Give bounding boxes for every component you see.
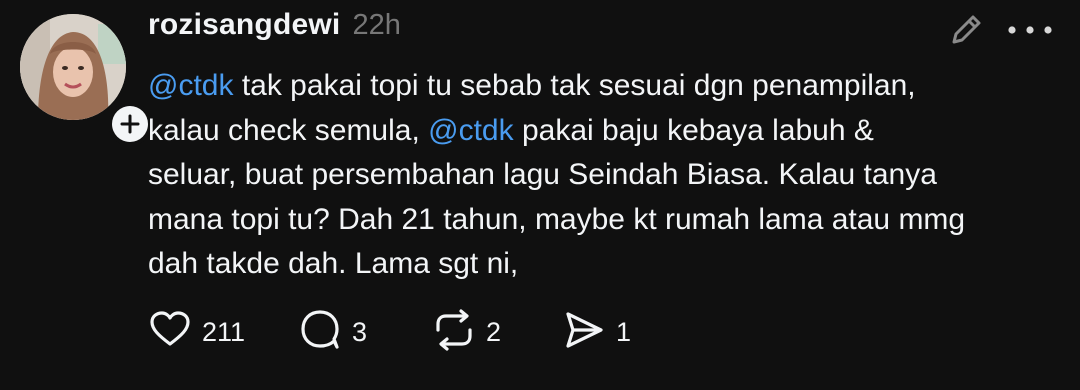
- mention-link[interactable]: @ctdk: [428, 114, 513, 147]
- share-button[interactable]: 1: [562, 308, 631, 356]
- pencil-icon[interactable]: [946, 10, 986, 50]
- send-icon: [562, 308, 606, 357]
- post-header: rozisangdewi 22h: [148, 8, 401, 48]
- share-count: 1: [616, 316, 632, 347]
- heart-icon: [148, 308, 192, 357]
- body-text-segment: kalau check semula,: [148, 113, 429, 147]
- body-text-segment: mana topi tu? Dah 21 tahun, maybe kt rum…: [148, 202, 966, 236]
- avatar-container: [20, 14, 152, 146]
- mention-link[interactable]: @ctdk: [148, 69, 233, 102]
- repost-button[interactable]: 2: [432, 308, 501, 356]
- like-button[interactable]: 211: [148, 308, 245, 356]
- more-horizontal-icon[interactable]: [1002, 18, 1058, 42]
- body-text-segment: dah takde dah. Lama sgt ni,: [148, 247, 519, 280]
- repost-icon: [432, 308, 476, 357]
- reply-button[interactable]: 3: [298, 308, 367, 356]
- post-body: @ctdk tak pakai topi tu sebab tak sesuai…: [148, 64, 1048, 287]
- body-text-segment: tak pakai topi tu sebab tak sesuai dgn p…: [233, 69, 916, 102]
- repost-count: 2: [486, 316, 502, 347]
- timestamp[interactable]: 22h: [352, 9, 400, 42]
- body-text-segment: seluar, buat persembahan lagu Seindah Bi…: [148, 158, 937, 191]
- like-count: 211: [202, 316, 246, 347]
- username[interactable]: rozisangdewi: [148, 8, 340, 42]
- follow-button[interactable]: [108, 102, 152, 146]
- comment-bubble-icon: [298, 308, 342, 357]
- reply-count: 3: [352, 316, 368, 347]
- plus-icon: [112, 106, 148, 142]
- body-text-segment: pakai baju kebaya labuh &: [513, 113, 874, 147]
- avatar[interactable]: [20, 14, 126, 120]
- thread-post: rozisangdewi 22h @ctdk tak pakai topi tu…: [0, 0, 1080, 390]
